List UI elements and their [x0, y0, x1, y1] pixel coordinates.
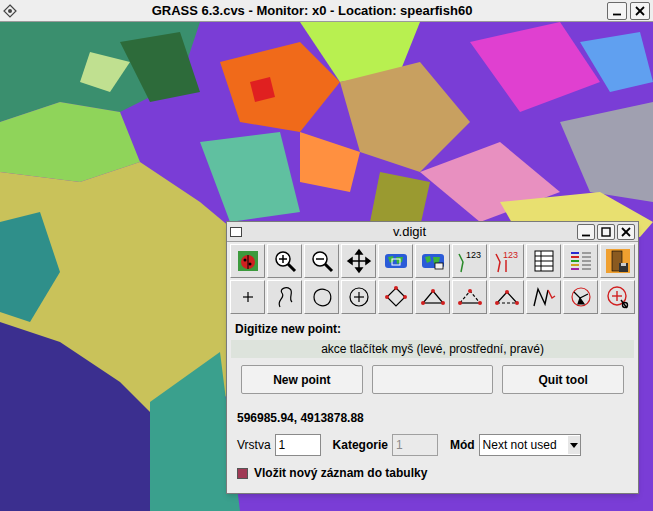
tool-button[interactable] [378, 280, 413, 314]
layer-label: Vrstva [235, 436, 271, 454]
close-button[interactable] [630, 2, 650, 20]
close-icon [635, 6, 645, 16]
settings-row: Vrstva1Kategorie1MódNext not used [235, 434, 630, 456]
tool-button[interactable] [563, 280, 598, 314]
attributes-icon [531, 248, 557, 274]
exit-icon [605, 248, 631, 274]
insert-record-checkbox[interactable] [237, 468, 248, 479]
vdigit-title: v.digit [246, 222, 573, 242]
tool-button[interactable] [415, 280, 450, 314]
maximize-icon [601, 227, 611, 237]
new-centroid-icon [346, 284, 372, 310]
tool-button[interactable] [341, 244, 376, 278]
edit-line-icon [531, 284, 557, 310]
display-settings-icon [235, 248, 261, 274]
tool-button[interactable]: 123 [489, 244, 524, 278]
tool-button[interactable] [304, 280, 339, 314]
zoom-default-icon [420, 248, 446, 274]
tool-button[interactable] [267, 280, 302, 314]
maximize-button[interactable] [597, 224, 615, 240]
tool-button[interactable] [378, 244, 413, 278]
mouse-hint: akce tlačítek myš (levé, prostřední, pra… [231, 340, 634, 358]
app-icon [3, 4, 17, 18]
copy-cats-icon: 123 [494, 248, 520, 274]
zoom-region-icon [383, 248, 409, 274]
toolbar: 123 123 [227, 242, 638, 314]
pan-icon [346, 248, 372, 274]
tool-button[interactable] [267, 244, 302, 278]
vdigit-title-bar: v.digit [227, 222, 638, 242]
insert-record-label: Vložit nový záznam do tabulky [254, 464, 427, 482]
zoom-out-icon [309, 248, 335, 274]
split-line-icon [494, 284, 520, 310]
toolbar-row: 123 123 [230, 244, 635, 278]
minimize-icon [581, 227, 591, 237]
move-vertex-icon [383, 284, 409, 310]
tool-button[interactable] [600, 280, 635, 314]
tool-button[interactable] [600, 244, 635, 278]
tool-button[interactable] [304, 244, 339, 278]
new-point-icon [235, 284, 261, 310]
new-line-icon [272, 284, 298, 310]
minimize-button[interactable] [607, 2, 627, 20]
prompt-label: Digitize new point: [235, 322, 630, 336]
mouse-button[interactable]: New point [241, 365, 363, 394]
delete-line-icon [605, 284, 631, 310]
zoom-in-icon [272, 248, 298, 274]
tool-button[interactable] [341, 280, 376, 314]
mouse-buttons: New point Quit tool [235, 365, 630, 394]
new-boundary-icon [309, 284, 335, 310]
move-line-icon [568, 284, 594, 310]
svg-text:123: 123 [503, 250, 518, 260]
insert-record-row[interactable]: Vložit nový záznam do tabulky [235, 464, 630, 482]
mode-select[interactable]: Next not used [479, 434, 581, 456]
tool-button[interactable] [489, 280, 524, 314]
display-cats-icon: 123 [457, 248, 483, 274]
title-bar: GRASS 6.3.cvs - Monitor: x0 - Location: … [0, 0, 653, 22]
svg-text:123: 123 [466, 250, 481, 260]
category-label: Kategorie [333, 436, 388, 454]
tool-button[interactable] [415, 244, 450, 278]
close-button[interactable] [617, 224, 635, 240]
grass-monitor-window: GRASS 6.3.cvs - Monitor: x0 - Location: … [0, 0, 653, 511]
settings-icon [568, 248, 594, 274]
tool-button[interactable] [563, 244, 598, 278]
tool-button[interactable]: 123 [452, 244, 487, 278]
mouse-button[interactable]: Quit tool [502, 365, 624, 394]
add-vertex-icon [420, 284, 446, 310]
layer-input[interactable]: 1 [275, 434, 321, 456]
tool-button[interactable] [526, 280, 561, 314]
vdigit-window: v.digit 123 123 Digitize new point: akce tla… [226, 221, 639, 494]
minimize-icon [612, 6, 622, 16]
coordinates: 596985.94, 4913878.88 [235, 411, 630, 425]
window-title: GRASS 6.3.cvs - Monitor: x0 - Location: … [21, 1, 603, 21]
tool-button[interactable] [526, 244, 561, 278]
minimize-button[interactable] [577, 224, 595, 240]
mode-label: Mód [450, 436, 475, 454]
tool-button[interactable] [230, 244, 265, 278]
tool-button[interactable] [452, 280, 487, 314]
tool-button[interactable] [230, 280, 265, 314]
mouse-button[interactable] [372, 365, 494, 394]
category-input: 1 [392, 434, 438, 456]
close-icon [621, 227, 631, 237]
dropdown-arrow-icon [568, 436, 580, 454]
remove-vertex-icon [457, 284, 483, 310]
window-menu-icon[interactable] [230, 227, 242, 237]
toolbar-row [230, 280, 635, 314]
